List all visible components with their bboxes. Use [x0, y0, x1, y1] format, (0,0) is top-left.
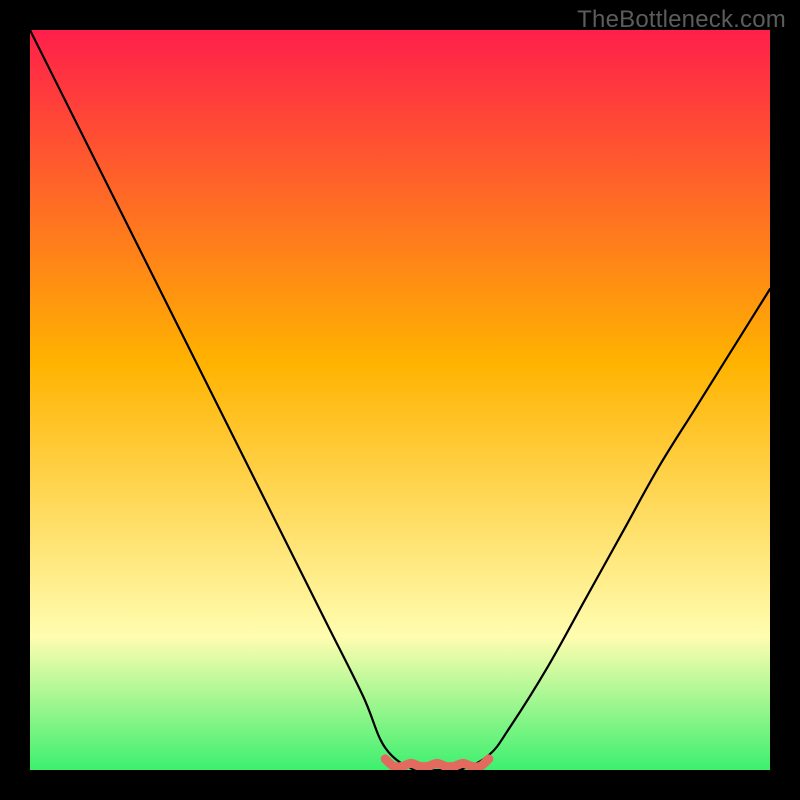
gradient-rect	[30, 30, 770, 770]
bottleneck-chart	[30, 30, 770, 770]
chart-frame: TheBottleneck.com	[0, 0, 800, 800]
plot-area	[30, 30, 770, 770]
watermark-text: TheBottleneck.com	[577, 6, 786, 34]
